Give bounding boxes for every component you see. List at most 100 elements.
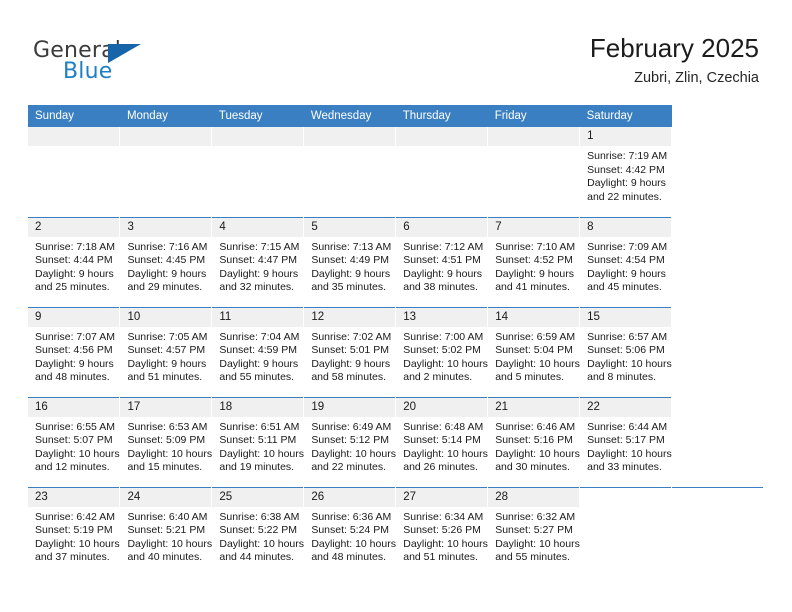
daylight-duration-line2: and 51 minutes. — [127, 371, 203, 384]
day-number: 2 — [28, 217, 120, 237]
day-cell-inner — [120, 127, 212, 217]
calendar-day-cell[interactable]: 12 Sunrise: 7:02 AM Sunset: 5:01 PM Dayligh… — [303, 306, 397, 397]
sun-info: Sunrise: 7:04 AM Sunset: 4:59 PM Daylight:… — [212, 327, 303, 385]
sun-info: Sunrise: 7:16 AM Sunset: 4:45 PM Daylight:… — [120, 237, 211, 295]
sunrise-time: Sunrise: 6:57 AM — [587, 330, 668, 343]
daylight-duration-line1: Daylight: 10 hours — [35, 447, 120, 460]
sun-info: Sunrise: 6:57 AM Sunset: 5:06 PM Daylight:… — [580, 327, 672, 385]
daylight-duration-line2: and 29 minutes. — [127, 281, 203, 294]
day-cell-inner: 22 Sunrise: 6:44 AM Sunset: 5:17 PM Dayligh… — [580, 397, 672, 487]
sun-info: Sunrise: 6:55 AM Sunset: 5:07 PM Daylight:… — [28, 417, 120, 475]
sun-info: Sunrise: 7:13 AM Sunset: 4:49 PM Daylight:… — [304, 237, 395, 295]
calendar-day-cell[interactable]: 13 Sunrise: 7:00 AM Sunset: 5:02 PM Dayligh… — [395, 306, 489, 397]
daylight-duration-line1: Daylight: 9 hours — [127, 357, 207, 370]
calendar-day-cell[interactable]: 17 Sunrise: 6:53 AM Sunset: 5:09 PM Dayligh… — [119, 396, 213, 487]
sun-info: Sunrise: 6:34 AM Sunset: 5:26 PM Daylight:… — [396, 507, 488, 565]
calendar-day-cell[interactable]: 18 Sunrise: 6:51 AM Sunset: 5:11 PM Dayligh… — [211, 396, 305, 487]
sun-info: Sunrise: 6:36 AM Sunset: 5:24 PM Daylight:… — [304, 507, 396, 565]
day-cell-inner: 10 Sunrise: 7:05 AM Sunset: 4:57 PM Dayligh… — [120, 307, 212, 397]
day-number — [120, 127, 212, 146]
calendar-day-cell[interactable]: 24 Sunrise: 6:40 AM Sunset: 5:21 PM Dayligh… — [119, 486, 213, 577]
sunset-time: Sunset: 5:27 PM — [495, 524, 573, 537]
day-number: 8 — [580, 217, 672, 237]
day-number — [396, 127, 488, 146]
calendar-day-cell[interactable]: 11 Sunrise: 7:04 AM Sunset: 4:59 PM Dayligh… — [211, 306, 305, 397]
calendar-empty-cell — [671, 486, 764, 578]
calendar-day-cell[interactable]: 19 Sunrise: 6:49 AM Sunset: 5:12 PM Dayligh… — [303, 396, 397, 487]
calendar-day-cell[interactable]: 28 Sunrise: 6:32 AM Sunset: 5:27 PM Dayligh… — [487, 486, 581, 577]
day-number: 27 — [396, 487, 488, 507]
calendar-day-cell[interactable]: 2 Sunrise: 7:18 AM Sunset: 4:44 PM Daylight… — [28, 216, 121, 307]
sun-info: Sunrise: 6:49 AM Sunset: 5:12 PM Daylight:… — [304, 417, 396, 475]
day-number: 25 — [212, 487, 304, 507]
general-blue-logo[interactable]: General Blue — [33, 38, 163, 86]
daylight-duration-line2: and 45 minutes. — [587, 281, 662, 294]
sun-info: Sunrise: 7:15 AM Sunset: 4:47 PM Daylight:… — [212, 237, 303, 295]
day-cell-inner: 5 Sunrise: 7:13 AM Sunset: 4:49 PM Daylight… — [304, 217, 396, 307]
calendar-day-cell[interactable]: 5 Sunrise: 7:13 AM Sunset: 4:49 PM Daylight… — [303, 216, 397, 307]
daylight-duration-line1: Daylight: 9 hours — [35, 357, 114, 370]
page-title: February 2025 — [589, 33, 759, 63]
daylight-duration-line1: Daylight: 10 hours — [35, 537, 120, 550]
calendar-day-cell[interactable]: 3 Sunrise: 7:16 AM Sunset: 4:45 PM Daylight… — [119, 216, 213, 307]
sunrise-time: Sunrise: 7:00 AM — [403, 330, 484, 343]
location-subtitle: Zubri, Zlin, Czechia — [634, 70, 759, 86]
day-number: 15 — [580, 307, 672, 327]
sunrise-time: Sunrise: 7:02 AM — [311, 330, 392, 343]
calendar-day-cell[interactable]: 27 Sunrise: 6:34 AM Sunset: 5:26 PM Dayligh… — [395, 486, 489, 577]
day-number: 22 — [580, 397, 672, 417]
calendar-day-cell[interactable]: 21 Sunrise: 6:46 AM Sunset: 5:16 PM Dayligh… — [487, 396, 581, 487]
calendar-day-cell[interactable]: 10 Sunrise: 7:05 AM Sunset: 4:57 PM Dayligh… — [119, 306, 213, 397]
calendar-day-cell[interactable]: 25 Sunrise: 6:38 AM Sunset: 5:22 PM Dayligh… — [211, 486, 305, 577]
day-number: 4 — [212, 217, 304, 237]
daylight-duration-line1: Daylight: 10 hours — [403, 357, 488, 370]
sunset-time: Sunset: 5:26 PM — [403, 524, 481, 537]
calendar-day-cell[interactable]: 23 Sunrise: 6:42 AM Sunset: 5:19 PM Dayligh… — [28, 486, 121, 578]
daylight-duration-line2: and 19 minutes. — [219, 461, 295, 474]
day-number: 28 — [488, 487, 580, 507]
daylight-duration-line1: Daylight: 10 hours — [219, 537, 305, 550]
calendar-day-cell[interactable]: 16 Sunrise: 6:55 AM Sunset: 5:07 PM Dayligh… — [28, 396, 121, 487]
calendar-day-cell[interactable]: 9 Sunrise: 7:07 AM Sunset: 4:56 PM Daylight… — [28, 306, 121, 397]
day-cell-inner: 2 Sunrise: 7:18 AM Sunset: 4:44 PM Daylight… — [28, 217, 120, 307]
daylight-duration-line1: Daylight: 9 hours — [403, 267, 483, 280]
sun-info: Sunrise: 7:07 AM Sunset: 4:56 PM Daylight:… — [28, 327, 119, 385]
calendar-day-cell[interactable]: 15 Sunrise: 6:57 AM Sunset: 5:06 PM Dayligh… — [579, 306, 673, 397]
sun-info: Sunrise: 7:05 AM Sunset: 4:57 PM Daylight:… — [120, 327, 211, 385]
sun-info: Sunrise: 6:53 AM Sunset: 5:09 PM Daylight:… — [120, 417, 212, 475]
sunset-time: Sunset: 5:11 PM — [219, 434, 297, 447]
calendar-day-cell[interactable]: 6 Sunrise: 7:12 AM Sunset: 4:51 PM Daylight… — [395, 216, 489, 307]
calendar-day-cell[interactable]: 7 Sunrise: 7:10 AM Sunset: 4:52 PM Daylight… — [487, 216, 581, 307]
day-cell-inner: 17 Sunrise: 6:53 AM Sunset: 5:09 PM Dayligh… — [120, 397, 212, 487]
sunset-time: Sunset: 4:59 PM — [219, 344, 298, 357]
sunset-time: Sunset: 5:24 PM — [311, 524, 389, 537]
calendar-day-cell[interactable]: 22 Sunrise: 6:44 AM Sunset: 5:17 PM Dayligh… — [579, 396, 673, 487]
title-block: February 2025 Zubri, Zlin, Czechia — [590, 32, 759, 87]
sun-info: Sunrise: 7:19 AM Sunset: 4:42 PM Daylight:… — [580, 146, 671, 204]
calendar-day-cell[interactable]: 26 Sunrise: 6:36 AM Sunset: 5:24 PM Dayligh… — [303, 486, 397, 577]
sun-info: Sunrise: 6:44 AM Sunset: 5:17 PM Daylight:… — [580, 417, 672, 475]
sunset-time: Sunset: 5:22 PM — [219, 524, 298, 537]
daylight-duration-line2: and 40 minutes. — [127, 551, 203, 564]
weekday-header-tuesday: Tuesday — [211, 105, 304, 127]
day-cell-inner: 23 Sunrise: 6:42 AM Sunset: 5:19 PM Dayligh… — [28, 487, 120, 578]
sunrise-time: Sunrise: 7:16 AM — [127, 240, 208, 253]
calendar-week-row: 23 Sunrise: 6:42 AM Sunset: 5:19 PM Dayligh… — [28, 486, 764, 578]
day-cell-inner — [672, 488, 763, 578]
weekday-header-thursday: Thursday — [395, 105, 488, 127]
calendar-empty-cell — [28, 127, 121, 217]
daylight-duration-line1: Daylight: 9 hours — [35, 267, 114, 280]
sunrise-time: Sunrise: 6:53 AM — [127, 420, 208, 433]
calendar-day-cell[interactable]: 20 Sunrise: 6:48 AM Sunset: 5:14 PM Dayligh… — [395, 396, 489, 487]
calendar-day-cell[interactable]: 8 Sunrise: 7:09 AM Sunset: 4:54 PM Daylight… — [579, 216, 673, 307]
day-number: 21 — [488, 397, 580, 417]
day-number: 17 — [120, 397, 212, 417]
calendar-day-cell[interactable]: 14 Sunrise: 6:59 AM Sunset: 5:04 PM Dayligh… — [487, 306, 581, 397]
day-number: 26 — [304, 487, 396, 507]
calendar-day-cell[interactable]: 1 Sunrise: 7:19 AM Sunset: 4:42 PM Daylight… — [579, 127, 673, 217]
calendar-day-cell[interactable]: 4 Sunrise: 7:15 AM Sunset: 4:47 PM Daylight… — [211, 216, 305, 307]
sun-info: Sunrise: 7:00 AM Sunset: 5:02 PM Daylight:… — [396, 327, 488, 385]
daylight-duration-line2: and 12 minutes. — [35, 461, 110, 474]
daylight-duration-line2: and 32 minutes. — [219, 281, 295, 294]
calendar-week-row: 9 Sunrise: 7:07 AM Sunset: 4:56 PM Daylight… — [28, 306, 764, 397]
